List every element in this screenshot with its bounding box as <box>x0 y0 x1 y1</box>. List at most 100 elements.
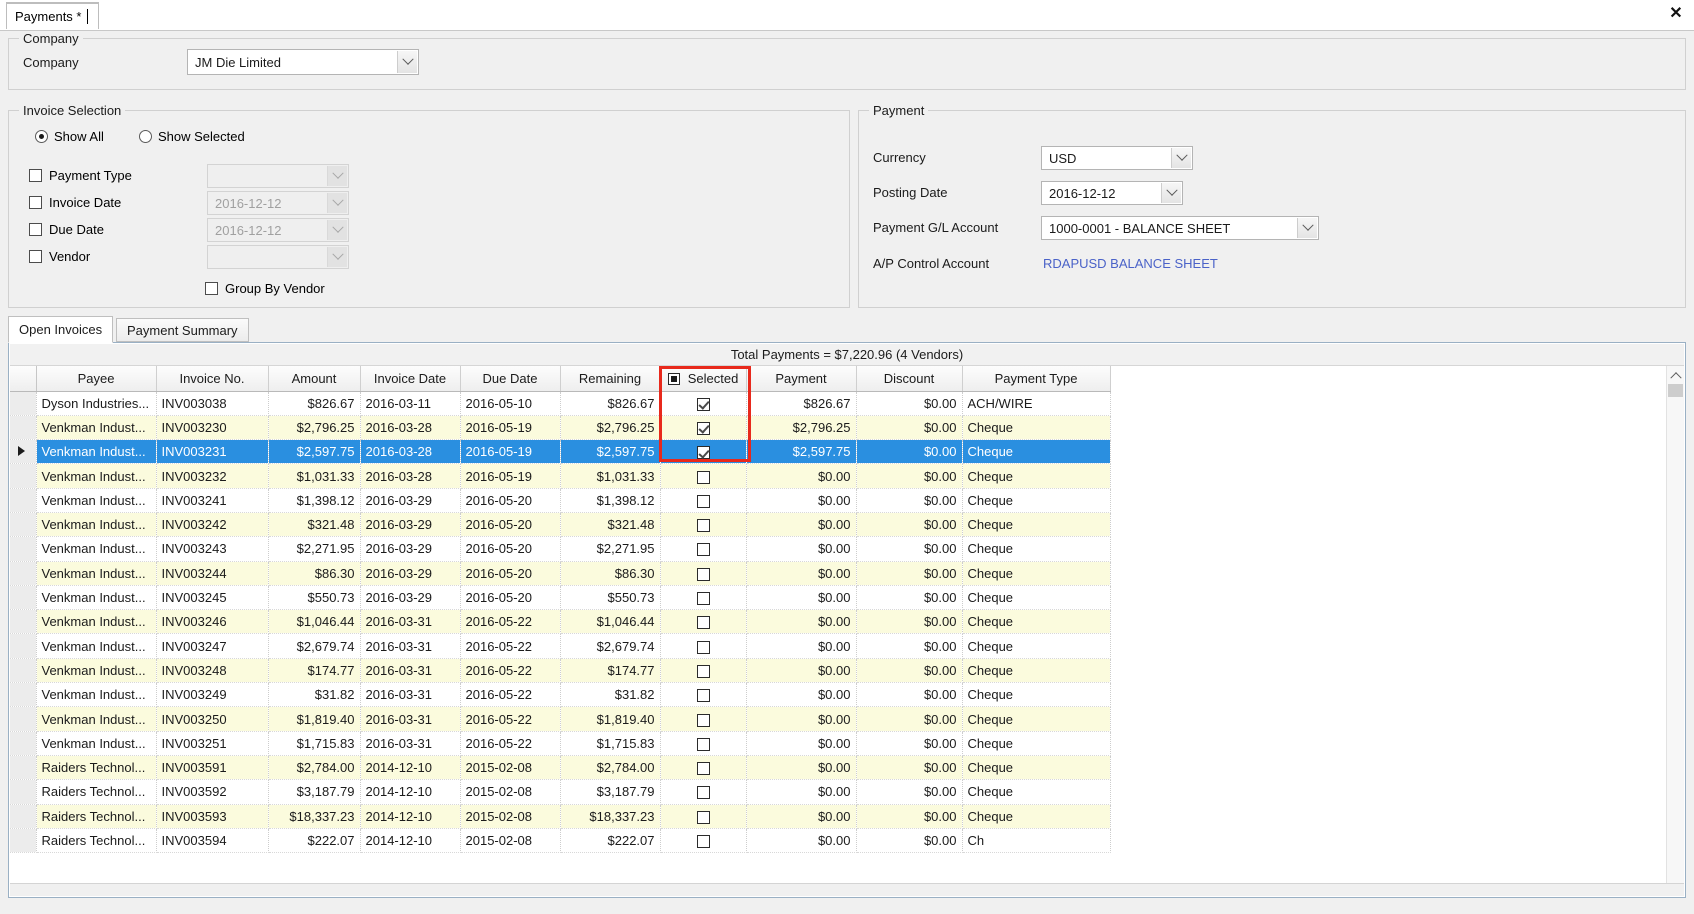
chevron-down-icon[interactable] <box>327 220 347 240</box>
filter-due-date-combobox[interactable]: 2016-12-12 <box>207 218 349 242</box>
row-selected-checkbox[interactable] <box>696 470 710 484</box>
row-indicator-cell[interactable] <box>10 391 37 416</box>
row-selected-checkbox[interactable] <box>696 689 710 703</box>
row-indicator-cell[interactable] <box>10 658 37 684</box>
table-row[interactable]: Venkman Indust... INV003246 $1,046.44 2016-… <box>10 609 1111 635</box>
row-indicator-cell[interactable] <box>10 755 37 781</box>
cell-selected[interactable] <box>660 536 747 562</box>
table-row[interactable]: Venkman Indust... INV003249 $31.82 2016-03-… <box>10 682 1111 708</box>
radio-show-selected[interactable]: Show Selected <box>139 129 245 144</box>
select-all-checkbox[interactable] <box>667 373 680 386</box>
grid-vertical-scrollbar[interactable] <box>1666 366 1684 896</box>
chevron-down-icon[interactable] <box>327 166 347 186</box>
row-indicator-cell[interactable] <box>10 828 37 854</box>
cell-selected[interactable] <box>660 682 747 708</box>
table-row[interactable]: Venkman Indust... INV003232 $1,031.33 2016-… <box>10 463 1111 489</box>
scrollbar-thumb[interactable] <box>1668 384 1683 397</box>
cell-selected[interactable] <box>660 488 747 513</box>
cell-selected[interactable] <box>660 391 747 416</box>
table-row[interactable]: Raiders Technol... INV003591 $2,784.00 2014… <box>10 755 1111 781</box>
col-header-due-date[interactable]: Due Date <box>460 366 561 392</box>
filter-due-date-checkbox[interactable]: Due Date <box>29 222 104 237</box>
row-indicator-cell[interactable] <box>10 779 37 805</box>
cell-selected[interactable] <box>660 561 747 586</box>
row-indicator-cell[interactable] <box>10 561 37 586</box>
row-selected-checkbox[interactable] <box>696 737 710 751</box>
chevron-down-icon[interactable] <box>397 51 417 73</box>
col-header-selected[interactable]: Selected <box>660 366 747 392</box>
col-header-payment[interactable]: Payment <box>746 366 857 392</box>
table-row[interactable]: Venkman Indust... INV003241 $1,398.12 2016-… <box>10 488 1111 513</box>
cell-selected[interactable] <box>660 706 747 732</box>
cell-selected[interactable] <box>660 658 747 684</box>
cell-selected[interactable] <box>660 804 747 829</box>
col-header-amount[interactable]: Amount <box>268 366 361 392</box>
cell-selected[interactable] <box>660 731 747 756</box>
company-combobox[interactable]: JM Die Limited <box>187 49 419 75</box>
row-selected-checkbox[interactable] <box>696 616 710 630</box>
table-row[interactable]: Raiders Technol... INV003594 $222.07 2014-1… <box>10 828 1111 854</box>
row-selected-checkbox[interactable] <box>696 543 710 557</box>
group-by-vendor-checkbox[interactable]: Group By Vendor <box>205 281 325 296</box>
table-row[interactable]: Venkman Indust... INV003248 $174.77 2016-03… <box>10 658 1111 684</box>
table-row[interactable]: Venkman Indust... INV003242 $321.48 2016-03… <box>10 512 1111 538</box>
row-selected-checkbox[interactable] <box>696 494 710 508</box>
row-indicator-cell[interactable] <box>10 609 37 635</box>
row-indicator-cell[interactable] <box>10 804 37 829</box>
filter-payment-type-checkbox[interactable]: Payment Type <box>29 168 132 183</box>
close-icon[interactable]: ✕ <box>1666 3 1686 23</box>
table-row[interactable]: Venkman Indust... INV003243 $2,271.95 2016-… <box>10 536 1111 562</box>
table-row[interactable]: Venkman Indust... INV003247 $2,679.74 2016-… <box>10 633 1111 659</box>
chevron-down-icon[interactable] <box>327 193 347 213</box>
cell-selected[interactable] <box>660 439 747 465</box>
row-indicator-cell[interactable] <box>10 706 37 732</box>
row-selected-checkbox[interactable] <box>696 519 710 533</box>
row-selected-checkbox[interactable] <box>696 786 710 800</box>
filter-payment-type-combobox[interactable] <box>207 164 349 188</box>
row-indicator-cell[interactable] <box>10 512 37 538</box>
filter-vendor-checkbox[interactable]: Vendor <box>29 249 90 264</box>
scroll-up-icon[interactable] <box>1667 366 1684 383</box>
row-selected-checkbox[interactable] <box>696 592 710 606</box>
row-selected-checkbox[interactable] <box>696 810 710 824</box>
row-indicator-cell[interactable] <box>10 415 37 441</box>
payment-gl-account-combobox[interactable]: 1000-0001 - BALANCE SHEET <box>1041 216 1319 240</box>
row-selected-checkbox[interactable] <box>696 762 710 776</box>
row-selected-checkbox[interactable] <box>696 713 710 727</box>
filter-vendor-combobox[interactable] <box>207 245 349 269</box>
row-indicator-cell[interactable] <box>10 731 37 756</box>
table-row[interactable]: Venkman Indust... INV003231 $2,597.75 2016-… <box>10 439 1111 465</box>
col-header-remaining[interactable]: Remaining <box>560 366 661 392</box>
cell-selected[interactable] <box>660 755 747 781</box>
table-row[interactable]: Venkman Indust... INV003245 $550.73 2016-03… <box>10 585 1111 611</box>
row-indicator-cell[interactable] <box>10 488 37 513</box>
col-header-payment-type[interactable]: Payment Type <box>962 366 1111 392</box>
table-row[interactable]: Venkman Indust... INV003251 $1,715.83 2016-… <box>10 731 1111 756</box>
tab-open-invoices[interactable]: Open Invoices <box>8 316 114 343</box>
table-row[interactable]: Venkman Indust... INV003230 $2,796.25 2016-… <box>10 415 1111 441</box>
cell-selected[interactable] <box>660 512 747 538</box>
col-header-discount[interactable]: Discount <box>856 366 963 392</box>
row-indicator-cell[interactable] <box>10 633 37 659</box>
posting-date-combobox[interactable]: 2016-12-12 <box>1041 181 1183 205</box>
cell-selected[interactable] <box>660 415 747 441</box>
row-selected-checkbox[interactable] <box>696 446 710 460</box>
row-selected-checkbox[interactable] <box>696 421 710 435</box>
cell-selected[interactable] <box>660 779 747 805</box>
chevron-down-icon[interactable] <box>1171 148 1191 168</box>
cell-selected[interactable] <box>660 633 747 659</box>
table-row[interactable]: Dyson Industries... INV003038 $826.67 2016-… <box>10 391 1111 416</box>
row-selected-checkbox[interactable] <box>696 640 710 654</box>
row-indicator-cell[interactable] <box>10 439 37 465</box>
row-selected-checkbox[interactable] <box>696 397 710 411</box>
col-header-invoice-no[interactable]: Invoice No. <box>156 366 269 392</box>
chevron-down-icon[interactable] <box>327 247 347 267</box>
tab-payments[interactable]: Payments * <box>6 2 100 29</box>
chevron-down-icon[interactable] <box>1161 183 1181 203</box>
row-indicator-cell[interactable] <box>10 585 37 611</box>
table-row[interactable]: Venkman Indust... INV003250 $1,819.40 2016-… <box>10 706 1111 732</box>
radio-show-all[interactable]: Show All <box>35 129 104 144</box>
row-selected-checkbox[interactable] <box>696 835 710 849</box>
ap-control-account-link[interactable]: RDAPUSD BALANCE SHEET <box>1043 256 1218 271</box>
tab-payment-summary[interactable]: Payment Summary <box>116 318 249 342</box>
